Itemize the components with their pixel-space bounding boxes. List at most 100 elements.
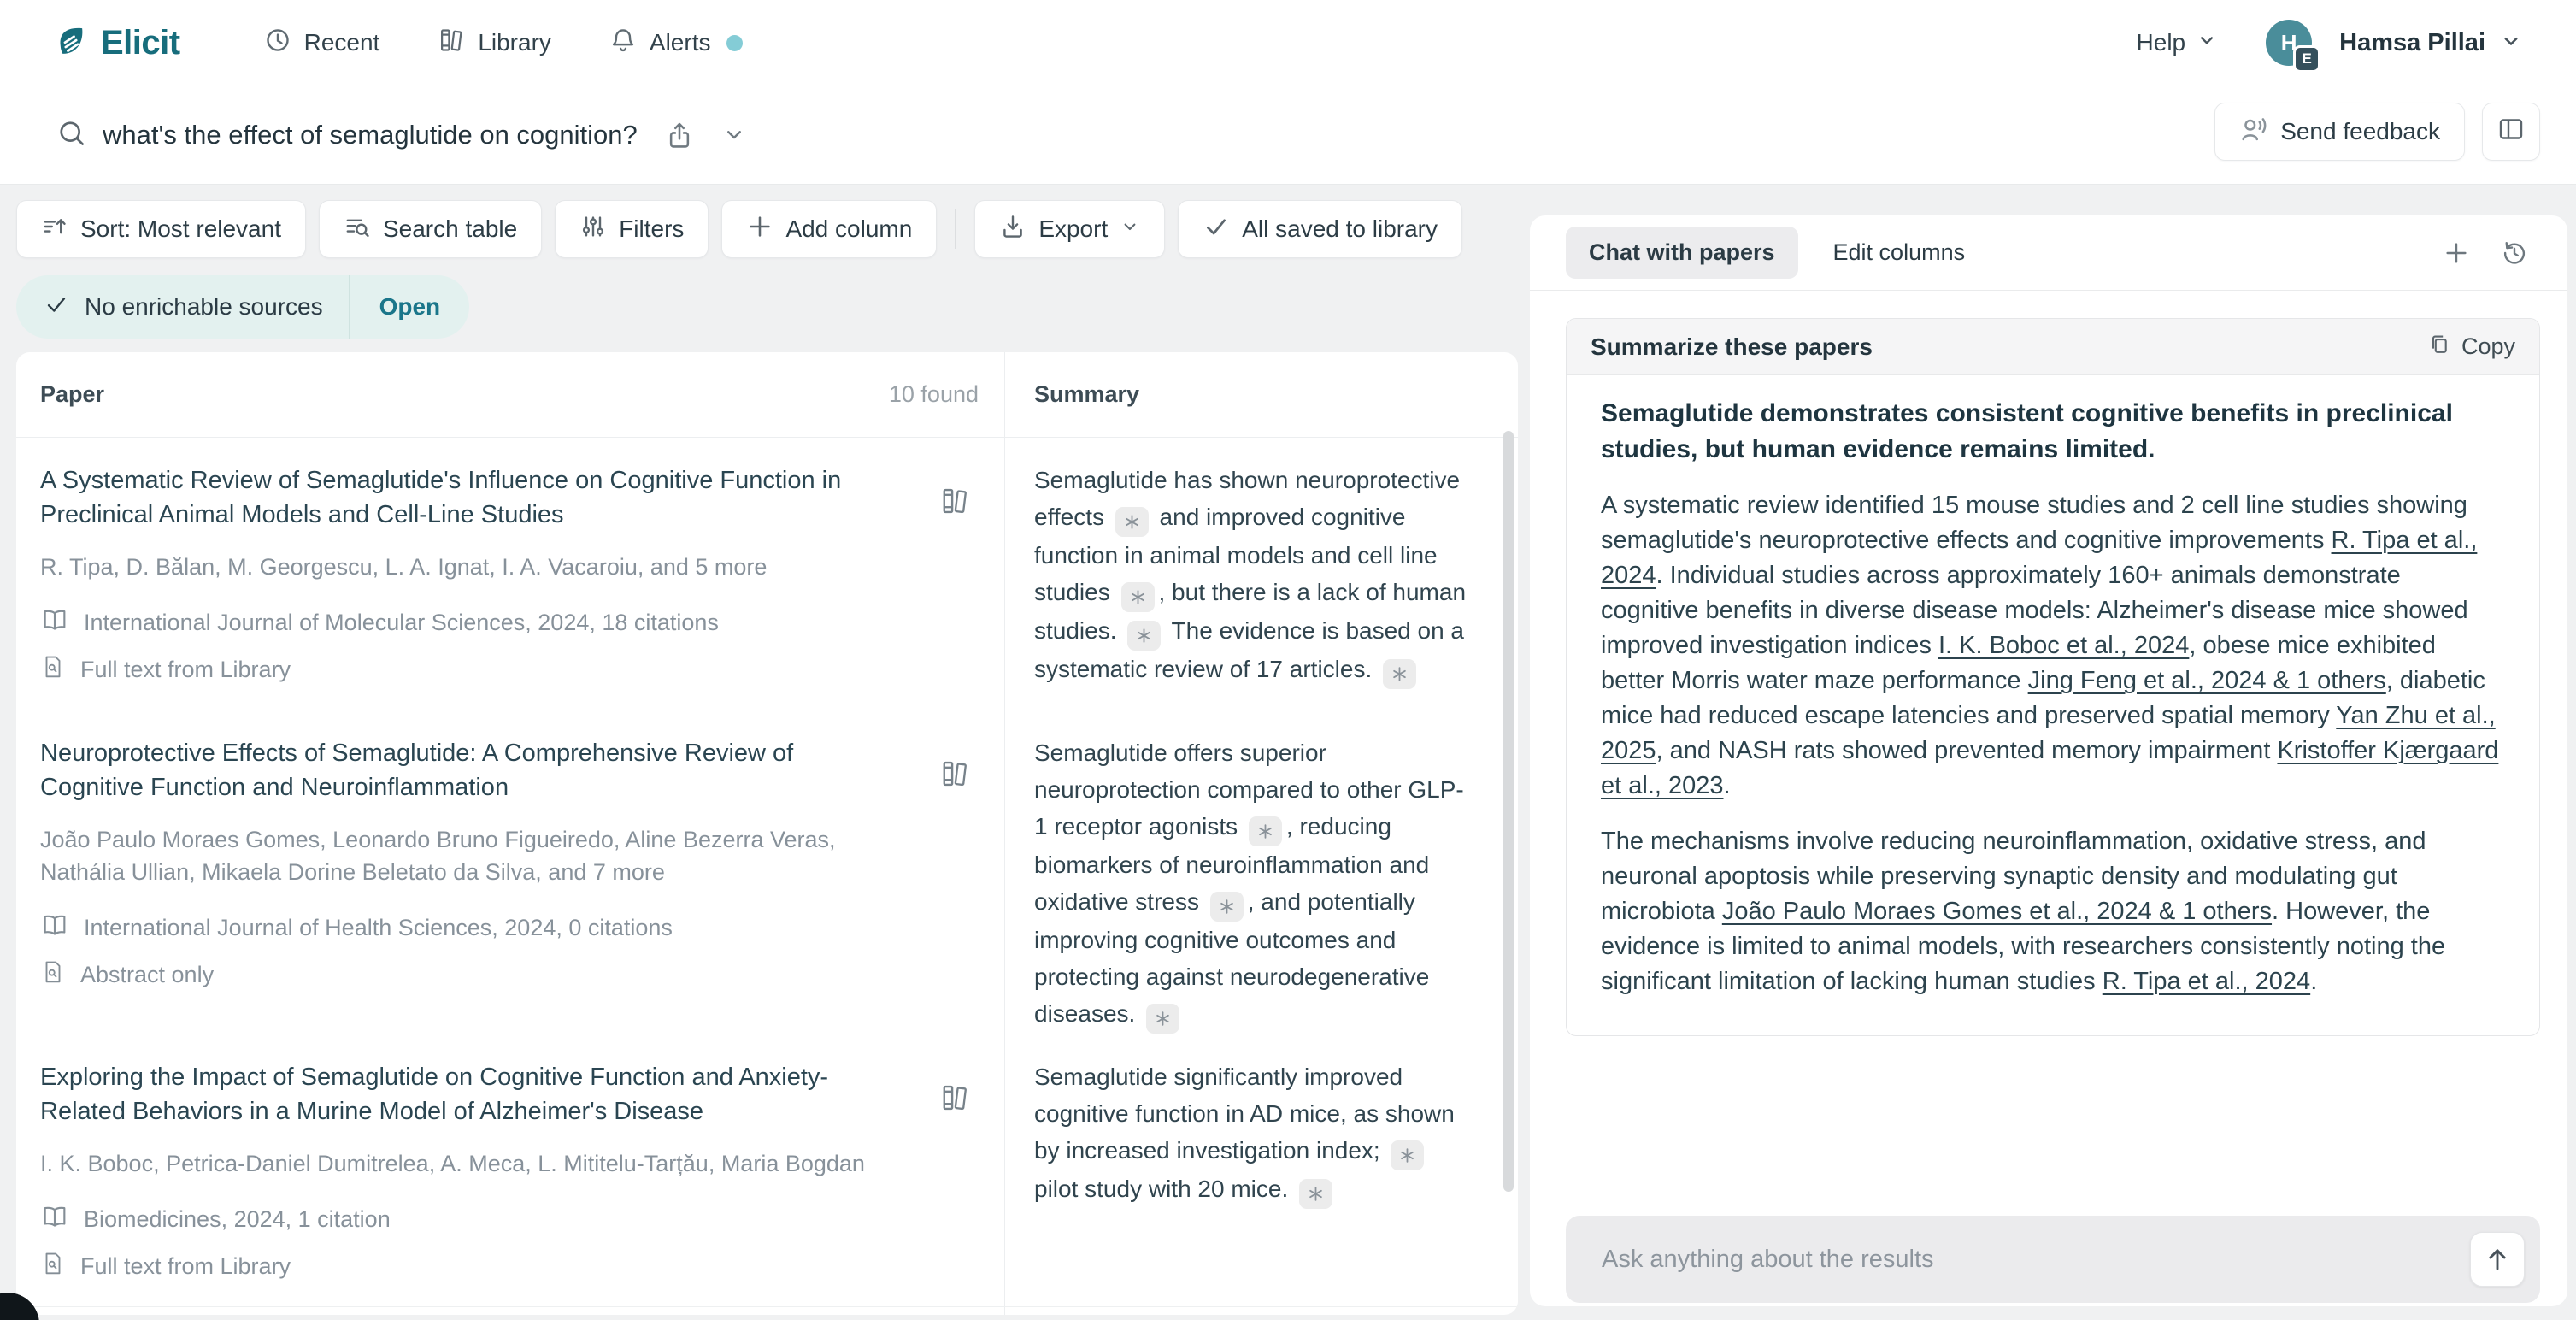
paper-authors: I. K. Boboc, Petrica-Daniel Dumitrelea, …: [40, 1147, 902, 1180]
help-menu[interactable]: Help: [2137, 29, 2219, 57]
summary-paragraph-1: A systematic review identified 15 mouse …: [1601, 488, 2505, 804]
chevron-down-icon[interactable]: [2499, 29, 2523, 57]
paper-access: Abstract only: [40, 959, 902, 991]
summary-text: pilot study with 20 mice.: [1034, 1176, 1295, 1202]
citation-asterisk-chip[interactable]: [1210, 892, 1244, 922]
summarize-card-header: Summarize these papers Copy: [1567, 319, 2539, 375]
table-row[interactable]: Exploring the Impact of Semaglutide on C…: [16, 1034, 1518, 1307]
summary-lead: Semaglutide demonstrates consistent cogn…: [1601, 396, 2505, 468]
summary-text: .: [1724, 772, 1731, 799]
nav-item-recent[interactable]: Recent: [264, 27, 380, 60]
journal-text: International Journal of Health Sciences…: [84, 915, 673, 941]
citation-asterisk-chip[interactable]: [1383, 659, 1416, 689]
chevron-down-icon[interactable]: [721, 122, 747, 148]
open-paper-viewer-icon[interactable]: [939, 1082, 970, 1117]
sort-button[interactable]: Sort: Most relevant: [16, 200, 306, 258]
help-label: Help: [2137, 29, 2186, 56]
top-right: Help H E Hamsa Pillai: [2137, 20, 2523, 66]
paper-column-header[interactable]: Paper 10 found: [16, 352, 1005, 437]
open-paper-viewer-icon[interactable]: [939, 486, 970, 521]
send-button[interactable]: [2470, 1232, 2525, 1287]
copy-icon: [2427, 332, 2451, 362]
banner-open-button[interactable]: Open: [350, 275, 470, 339]
citation-link[interactable]: Jing Feng et al., 2024 & 1 others: [2028, 667, 2386, 694]
nav-label: Library: [478, 29, 551, 56]
summary-body: Semaglutide demonstrates consistent cogn…: [1567, 375, 2539, 1035]
table-body: A Systematic Review of Semaglutide's Inf…: [16, 438, 1518, 1315]
summary-cell[interactable]: Semaglutide has shown neuroprotective ef…: [1005, 438, 1518, 710]
user-name: Hamsa Pillai: [2339, 29, 2485, 57]
summary-column-header[interactable]: Summary: [1005, 352, 1518, 437]
citation-asterisk-chip[interactable]: [1121, 582, 1155, 612]
paper-cell: Neuroprotective Effects of Semaglutide: …: [16, 710, 1005, 1034]
paper-title[interactable]: Exploring the Impact of Semaglutide on C…: [40, 1060, 902, 1128]
table-row[interactable]: A Systematic Review of Semaglutide's Inf…: [16, 438, 1518, 710]
paper-title[interactable]: Neuroprotective Effects of Semaglutide: …: [40, 736, 902, 804]
copy-button[interactable]: Copy: [2427, 332, 2515, 362]
summary-cell[interactable]: Semaglutide improves cognitive function …: [1005, 1307, 1518, 1315]
paper-authors: João Paulo Moraes Gomes, Leonardo Bruno …: [40, 823, 902, 888]
send-feedback-button[interactable]: Send feedback: [2214, 103, 2465, 161]
filters-sliders-icon: [579, 213, 607, 246]
nav-label: Recent: [304, 29, 380, 56]
nav-item-alerts[interactable]: Alerts: [609, 27, 744, 60]
sort-icon: [41, 213, 68, 246]
search-query[interactable]: what's the effect of semaglutide on cogn…: [103, 120, 638, 150]
filters-label: Filters: [619, 215, 684, 243]
citation-asterisk-chip[interactable]: [1146, 1004, 1179, 1034]
results-count: 10 found: [889, 381, 979, 408]
citation-link[interactable]: R. Tipa et al., 2024: [2103, 968, 2310, 995]
paper-journal: International Journal of Molecular Scien…: [40, 605, 902, 640]
citation-asterisk-chip[interactable]: [1391, 1140, 1424, 1170]
all-saved-button[interactable]: All saved to library: [1178, 200, 1462, 258]
header-buttons: Send feedback: [2214, 103, 2540, 161]
citation-link[interactable]: I. K. Boboc et al., 2024: [1938, 632, 2189, 659]
citation-asterisk-chip[interactable]: [1249, 816, 1282, 846]
paper-cell: Exploring the Impact of Semaglutide on C…: [16, 1034, 1005, 1306]
search-table-button[interactable]: Search table: [319, 200, 542, 258]
journal-text: International Journal of Molecular Scien…: [84, 610, 719, 636]
journal-text: Biomedicines, 2024, 1 citation: [84, 1206, 391, 1233]
paper-cell: A Systematic Review of Semaglutide's Inf…: [16, 438, 1005, 710]
document-search-icon: [40, 959, 66, 991]
feedback-person-icon: [2239, 115, 2268, 150]
tab-chat-with-papers[interactable]: Chat with papers: [1566, 227, 1798, 279]
avatar[interactable]: H E: [2266, 20, 2312, 66]
paper-title[interactable]: A Systematic Review of Semaglutide's Inf…: [40, 463, 902, 532]
toggle-side-panel-button[interactable]: [2482, 103, 2540, 161]
paper-cell: Effects of semaglutide on gut microbiota…: [16, 1307, 1005, 1315]
export-button[interactable]: Export: [974, 200, 1165, 258]
add-column-label: Add column: [785, 215, 912, 243]
table-scrollbar[interactable]: [1503, 431, 1514, 1192]
export-download-icon: [999, 213, 1026, 246]
ask-input[interactable]: Ask anything about the results: [1566, 1216, 2540, 1303]
table-row[interactable]: Neuroprotective Effects of Semaglutide: …: [16, 710, 1518, 1034]
summary-cell[interactable]: Semaglutide offers superior neuroprotect…: [1005, 710, 1518, 1034]
document-search-icon: [40, 654, 66, 686]
alerts-unread-dot: [726, 35, 743, 51]
summary-cell[interactable]: Semaglutide significantly improved cogni…: [1005, 1034, 1518, 1306]
enrichable-sources-banner: No enrichable sources Open: [16, 275, 469, 339]
top-navigation: Elicit Recent Library Alerts: [0, 0, 2576, 85]
new-chat-plus-icon[interactable]: [2443, 239, 2470, 267]
open-paper-viewer-icon[interactable]: [939, 758, 970, 793]
add-column-button[interactable]: Add column: [721, 200, 937, 258]
paper-header-label: Paper: [40, 381, 104, 408]
citation-asterisk-chip[interactable]: [1127, 621, 1161, 651]
history-icon[interactable]: [2501, 239, 2528, 267]
table-row[interactable]: Effects of semaglutide on gut microbiota…: [16, 1307, 1518, 1315]
elicit-logo-icon: [53, 21, 89, 65]
filters-button[interactable]: Filters: [555, 200, 709, 258]
panel-layout-icon: [2496, 114, 2526, 150]
search-icon: [56, 118, 87, 153]
elicit-logo[interactable]: Elicit: [53, 21, 180, 65]
citation-asterisk-chip[interactable]: [1115, 507, 1149, 537]
citation-asterisk-chip[interactable]: [1299, 1179, 1332, 1209]
share-icon[interactable]: [665, 121, 694, 150]
paper-access: Full text from Library: [40, 654, 902, 686]
nav-item-library[interactable]: Library: [438, 27, 551, 60]
tab-edit-columns[interactable]: Edit columns: [1810, 227, 1989, 279]
summary-paragraph-2: The mechanisms involve reducing neuroinf…: [1601, 824, 2505, 999]
citation-link[interactable]: João Paulo Moraes Gomes et al., 2024 & 1…: [1722, 898, 2272, 925]
access-text: Full text from Library: [80, 1253, 291, 1280]
